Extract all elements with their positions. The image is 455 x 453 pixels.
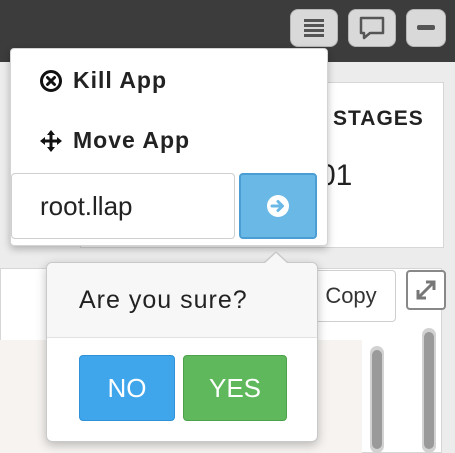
scrollbar-page[interactable] [422,328,436,453]
kill-app-label: Kill App [73,67,168,93]
kill-app-menu-item[interactable]: Kill App [39,67,167,94]
expand-icon [416,280,436,300]
expand-button[interactable] [406,270,446,310]
arrow-right-circle-icon [267,195,289,217]
move-arrows-icon [40,129,62,152]
chat-icon [359,16,385,40]
circle-x-icon [40,69,62,92]
queue-input[interactable] [11,173,235,239]
copy-button[interactable]: Copy [306,270,396,322]
minimize-button[interactable] [406,9,446,47]
no-button[interactable]: NO [79,355,175,421]
menu-button[interactable] [290,9,338,47]
stages-label: STAGES [333,107,424,130]
minimize-icon [417,25,435,30]
app-actions-menu: Kill App Move App [10,48,328,246]
scrollbar-thumb[interactable] [424,332,434,449]
confirm-popover: Are you sure? NO YES [46,251,318,442]
menu-icon [304,19,324,37]
chat-button[interactable] [348,9,396,47]
move-app-submit-button[interactable] [239,173,317,239]
scrollbar-log[interactable] [370,346,384,453]
move-app-menu-item[interactable]: Move App [39,127,190,154]
scrollbar-thumb[interactable] [372,350,382,449]
yes-button[interactable]: YES [183,355,287,421]
confirm-question: Are you sure? [47,263,317,338]
move-app-label: Move App [73,127,191,153]
